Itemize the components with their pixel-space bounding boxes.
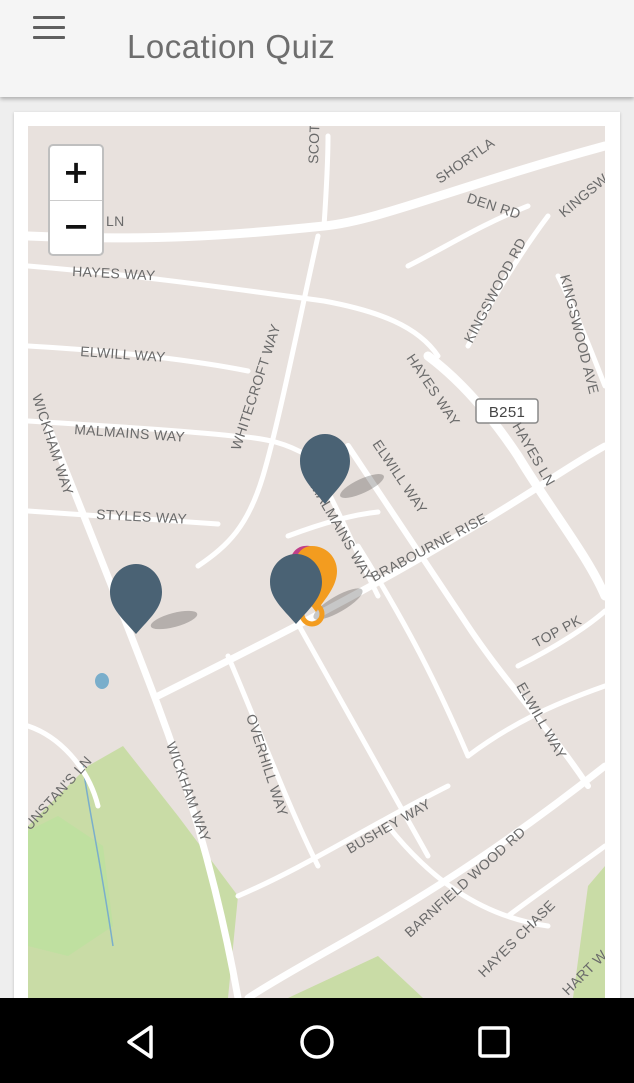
zoom-in-button[interactable]: +: [50, 146, 102, 201]
home-icon[interactable]: [295, 1020, 339, 1064]
system-nav-bar: [0, 998, 634, 1083]
street-label: DEN RD: [465, 190, 523, 222]
street-label: OVERHILL WAY: [243, 712, 291, 819]
zoom-out-button[interactable]: −: [50, 200, 102, 254]
street-label: SCOT: [305, 126, 322, 164]
street-label: ELWILL WAY: [80, 343, 167, 365]
menu-icon[interactable]: [30, 16, 70, 42]
street-label: BUSHEY WAY: [344, 795, 434, 856]
street-label: BRABOURNE RISE: [368, 510, 490, 585]
street-label: STYLES WAY: [96, 506, 188, 527]
street-label: KINGSWOOD AVE: [557, 273, 602, 396]
page-title: Location Quiz: [127, 28, 336, 65]
street-label: KINGSWO: [556, 163, 605, 220]
zoom-control: + −: [48, 144, 104, 256]
street-label: WICKHAM WAY: [29, 392, 77, 497]
recent-apps-icon[interactable]: [472, 1020, 516, 1064]
map-canvas[interactable]: B251 HAYES WAY ELWILL WAY MALMAINS WAY S…: [28, 126, 605, 998]
pond: [95, 673, 109, 689]
app-bar: Location Quiz: [0, 0, 634, 97]
street-label: MALMAINS WAY: [74, 421, 186, 445]
map[interactable]: B251 HAYES WAY ELWILL WAY MALMAINS WAY S…: [28, 126, 605, 998]
street-label: HAYES WAY: [72, 263, 156, 283]
marker-shadow: [150, 610, 198, 630]
road-badge-label: B251: [489, 404, 525, 421]
back-icon[interactable]: [119, 1020, 163, 1064]
road-hayes-lane: [423, 351, 605, 601]
street-label: KINGSWOOD RD: [461, 235, 530, 345]
street-label: LN: [106, 213, 125, 229]
